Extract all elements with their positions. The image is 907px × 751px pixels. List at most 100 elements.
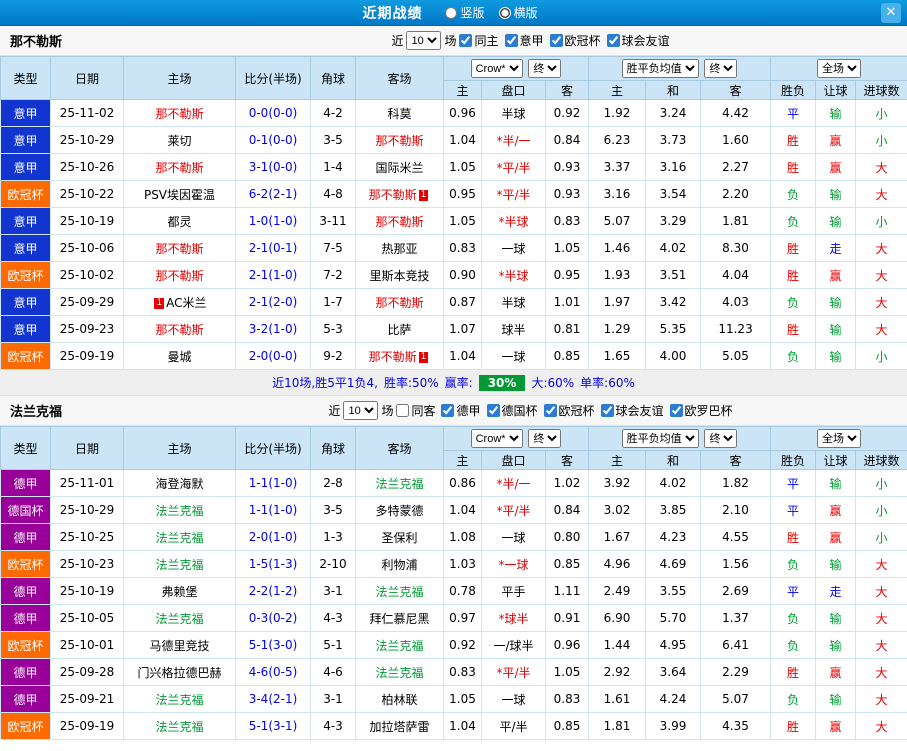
- vertical-radio[interactable]: [445, 6, 458, 19]
- match-row: 德甲 25-10-05 法兰克福 0-3(0-2) 4-3 拜仁慕尼黑 0.97 *球半 0.9…: [0, 604, 907, 632]
- home-team: 法兰克福: [123, 604, 236, 632]
- away-team: 比萨: [355, 315, 444, 343]
- matches-table: 类型 日期 主场 比分(半场) 角球 客场 Crow* 终 胜平负均值 终 全场…: [0, 426, 907, 740]
- handicap-odds-away: 0.84: [544, 496, 590, 524]
- home-team: 弗赖堡: [123, 577, 236, 605]
- filter-欧冠杯[interactable]: 欧冠杯: [549, 32, 601, 49]
- filter-label: 同主: [474, 34, 499, 48]
- home-team: 那不勒斯: [123, 99, 236, 127]
- handicap-line: 平手: [481, 577, 546, 605]
- filter-checkbox[interactable]: [543, 404, 557, 417]
- home-team: PSV埃因霍温: [123, 180, 236, 208]
- euro-odds-draw: 4.02: [645, 234, 702, 262]
- layout-radio-vertical[interactable]: 竖版: [445, 4, 485, 21]
- match-count-select[interactable]: 10: [406, 31, 442, 50]
- odds-final-select[interactable]: 终: [528, 59, 562, 78]
- filter-球会友谊[interactable]: 球会友谊: [600, 402, 664, 419]
- euro-odds-away: 5.05: [700, 342, 772, 370]
- result-outcome: 胜: [770, 126, 817, 154]
- euro-odds-home: 1.61: [588, 685, 647, 713]
- layout-radio-horizontal[interactable]: 横版: [498, 4, 538, 21]
- handicap-odds-home: 1.05: [443, 207, 482, 235]
- filter-checkbox[interactable]: [459, 34, 473, 47]
- result-handicap: 输: [815, 315, 857, 343]
- section-frankfurt: 法兰克福 近 10 场 同客 德甲 德国杯 欧冠杯 球会友谊 欧罗巴杯 类型 日期 主场: [0, 396, 907, 740]
- filter-欧罗巴杯[interactable]: 欧罗巴杯: [669, 402, 733, 419]
- odds-company-select[interactable]: Crow*: [470, 59, 523, 78]
- col-handicap: 盘口: [481, 80, 546, 100]
- scope-select[interactable]: 全场: [817, 59, 862, 78]
- filter-checkbox[interactable]: [504, 34, 518, 47]
- scope-select[interactable]: 全场: [817, 429, 862, 448]
- section-header: 法兰克福 近 10 场 同客 德甲 德国杯 欧冠杯 球会友谊 欧罗巴杯: [0, 396, 907, 426]
- filter-欧冠杯[interactable]: 欧冠杯: [543, 402, 595, 419]
- match-score: 3-2(1-0): [235, 315, 311, 343]
- filter-checkbox[interactable]: [606, 34, 620, 47]
- filter-同主[interactable]: 同主: [459, 32, 499, 49]
- euro-odds-draw: 3.73: [645, 126, 702, 154]
- handicap-line: 球半: [481, 315, 546, 343]
- result-handicap: 赢: [815, 496, 857, 524]
- filter-checkbox[interactable]: [600, 404, 614, 417]
- result-outcome: 平: [770, 99, 817, 127]
- match-date: 25-10-05: [50, 604, 124, 632]
- match-score: 1-1(1-0): [235, 469, 311, 497]
- euro-odds-home: 1.44: [588, 631, 647, 659]
- close-icon: ✕: [885, 5, 897, 20]
- summary-over-rate: 大:60%: [531, 376, 575, 390]
- filter-checkbox[interactable]: [441, 404, 455, 417]
- filter-同客[interactable]: 同客: [396, 402, 435, 419]
- filter-checkbox[interactable]: [549, 34, 563, 47]
- match-score: 2-1(1-0): [235, 261, 311, 289]
- euro-final-select[interactable]: 终: [704, 429, 738, 448]
- corner-score: 4-2: [310, 99, 356, 127]
- result-outcome: 负: [770, 288, 817, 316]
- col-euro-home: 主: [588, 450, 647, 470]
- match-score: 5-1(3-0): [235, 631, 311, 659]
- handicap-line: *半球: [481, 261, 546, 289]
- odds-final-select[interactable]: 终: [528, 429, 562, 448]
- away-team: 法兰克福: [355, 631, 444, 659]
- away-team: 法兰克福: [355, 469, 444, 497]
- result-outcome: 胜: [770, 658, 817, 686]
- result-outcome: 负: [770, 342, 817, 370]
- filter-checkbox[interactable]: [486, 404, 500, 417]
- filter-德甲[interactable]: 德甲: [441, 402, 481, 419]
- away-team: 那不勒斯: [355, 207, 444, 235]
- result-goals: 小: [855, 342, 907, 370]
- section-header: 那不勒斯 近 10 场 同主 意甲 欧冠杯 球会友谊: [0, 26, 907, 56]
- horizontal-radio[interactable]: [498, 6, 511, 19]
- result-outcome: 负: [770, 550, 817, 578]
- odds-company-select[interactable]: Crow*: [470, 429, 523, 448]
- home-team: 1 AC米兰: [123, 288, 236, 316]
- close-button[interactable]: ✕: [881, 3, 901, 23]
- handicap-odds-away: 1.02: [544, 469, 590, 497]
- league-type-tag: 欧冠杯: [0, 631, 51, 659]
- euro-odds-group: 胜平负均值 终: [588, 56, 772, 81]
- filter-意甲[interactable]: 意甲: [504, 32, 544, 49]
- result-handicap: 赢: [815, 153, 857, 181]
- home-team: 莱切: [123, 126, 236, 154]
- match-date: 25-09-29: [50, 288, 124, 316]
- result-outcome: 负: [770, 685, 817, 713]
- handicap-odds-away: 0.81: [544, 315, 590, 343]
- euro-average-select[interactable]: 胜平负均值: [621, 429, 699, 448]
- euro-odds-away: 2.69: [700, 577, 772, 605]
- euro-odds-draw: 3.29: [645, 207, 702, 235]
- result-handicap: 赢: [815, 712, 857, 740]
- filter-德国杯[interactable]: 德国杯: [486, 402, 538, 419]
- league-type-tag: 意甲: [0, 315, 51, 343]
- away-team: 多特蒙德: [355, 496, 444, 524]
- result-goals: 大: [855, 604, 907, 632]
- match-count-select[interactable]: 10: [343, 401, 379, 420]
- euro-average-select[interactable]: 胜平负均值: [621, 59, 699, 78]
- match-row: 欧冠杯 25-10-22 PSV埃因霍温 6-2(2-1) 4-8 那不勒斯 1 0.95 *平…: [0, 180, 907, 208]
- match-score: 2-1(0-1): [235, 234, 311, 262]
- home-team: 那不勒斯: [123, 261, 236, 289]
- filter-checkbox[interactable]: [669, 404, 683, 417]
- filter-checkbox[interactable]: [396, 404, 410, 417]
- result-goals: 大: [855, 685, 907, 713]
- filter-球会友谊[interactable]: 球会友谊: [606, 32, 670, 49]
- euro-final-select[interactable]: 终: [704, 59, 738, 78]
- handicap-line: 一球: [481, 342, 546, 370]
